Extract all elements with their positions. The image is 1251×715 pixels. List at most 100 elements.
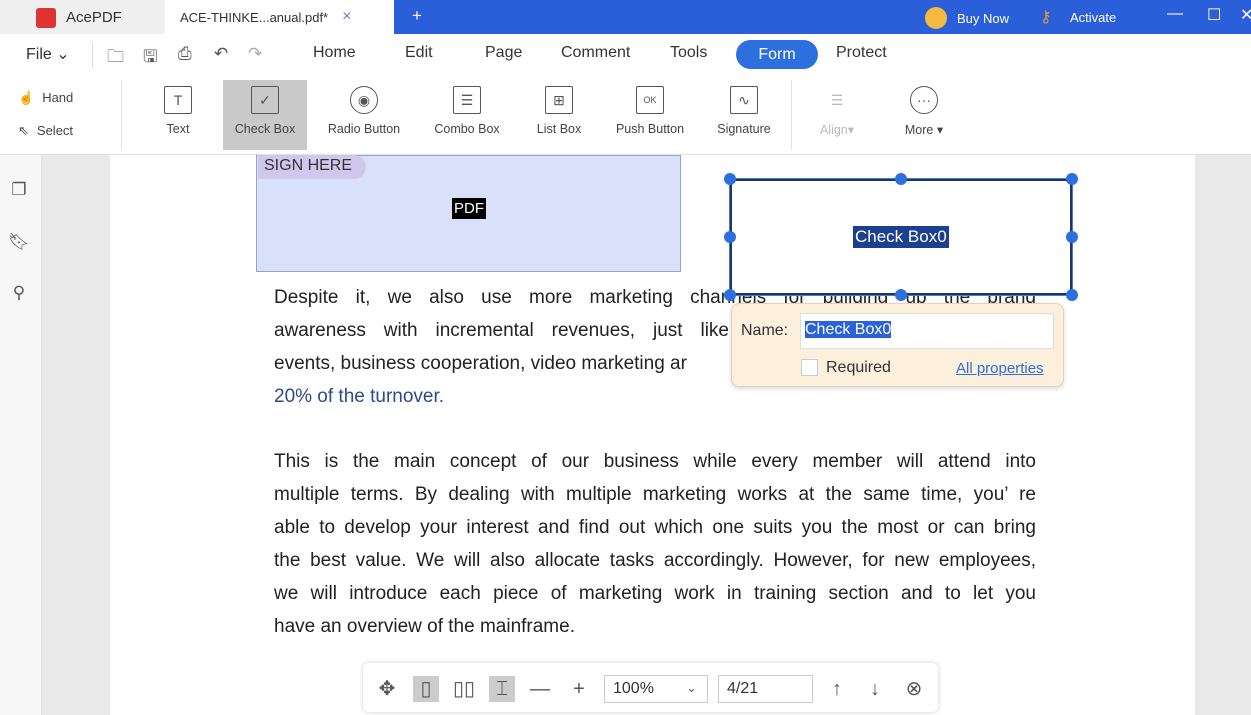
text-field-icon: T <box>164 86 192 114</box>
acepdf-logo-icon <box>36 8 56 28</box>
sign-here-tag: SIGN HERE <box>258 155 367 179</box>
zoom-out-icon[interactable]: — <box>527 676 553 702</box>
more-label: More ▾ <box>904 123 944 137</box>
close-window-button[interactable]: ✕ <box>1240 5 1251 25</box>
push-button-icon: OK <box>636 86 664 114</box>
activate-label: Activate <box>1070 9 1117 25</box>
tool-label: Combo Box <box>434 122 500 136</box>
minimize-button[interactable]: — <box>1167 5 1183 23</box>
pan-icon[interactable]: ✥ <box>374 676 400 702</box>
activate-button[interactable]: ⚷ Activate <box>1040 7 1116 27</box>
tool-label: Signature <box>717 122 771 136</box>
text-line: able to develop your interest and find o… <box>274 517 1036 538</box>
text-field-tool[interactable]: T Text <box>148 80 208 150</box>
document-tab-label: ACE-THINKE...anual.pdf* <box>180 9 329 25</box>
document-tab[interactable]: ACE-THINKE...anual.pdf* × <box>165 0 394 34</box>
file-menu[interactable]: File ⌄ <box>26 44 70 64</box>
tool-label: List Box <box>536 122 582 136</box>
single-page-icon[interactable]: ▯ <box>413 676 439 702</box>
tab-tools[interactable]: Tools <box>670 44 707 62</box>
resize-handle[interactable] <box>895 289 907 301</box>
close-toolbar-icon[interactable]: ⊗ <box>901 676 927 702</box>
zoom-select[interactable]: 100% ⌄ <box>604 675 708 703</box>
resize-handle[interactable] <box>724 231 736 243</box>
divider <box>92 42 93 68</box>
search-icon[interactable]: ⚲ <box>8 283 30 305</box>
signature-icon: ∿ <box>730 86 758 114</box>
resize-handle[interactable] <box>1066 289 1078 301</box>
text-line: the best value. We will also allocate ta… <box>274 550 1036 571</box>
page-input[interactable]: 4/21 <box>718 675 813 703</box>
text-line: multiple terms. By dealing with multiple… <box>274 484 1036 505</box>
hand-icon: ☝ <box>18 90 35 105</box>
radio-button-tool[interactable]: ◉ Radio Button <box>318 80 410 150</box>
fit-page-icon[interactable]: ⌶ <box>489 676 515 702</box>
required-label: Required <box>826 359 891 376</box>
tab-home[interactable]: Home <box>313 44 356 62</box>
combo-box-tool[interactable]: ☰ Combo Box <box>424 80 510 150</box>
text-line: events, business cooperation, video mark… <box>274 353 687 374</box>
select-label: Select <box>36 123 74 138</box>
resize-handle[interactable] <box>895 173 907 185</box>
name-value: Check Box0 <box>805 321 892 338</box>
print-icon[interactable]: ⎙ <box>178 44 192 64</box>
select-tool[interactable]: ⇖ Select <box>18 123 73 139</box>
tab-form[interactable]: Form <box>736 40 818 69</box>
previous-page-icon[interactable]: ↑ <box>824 676 850 702</box>
key-icon: ⚷ <box>1040 9 1052 26</box>
resize-handle[interactable] <box>724 173 736 185</box>
tab-edit[interactable]: Edit <box>405 44 433 62</box>
cursor-icon: ⇖ <box>18 123 29 138</box>
hand-label: Hand <box>42 90 74 105</box>
zoom-in-icon[interactable]: + <box>566 676 592 702</box>
open-icon[interactable]: 🗀 <box>107 44 124 73</box>
text-line: 20% of the turnover. <box>274 386 445 407</box>
radio-button-icon: ◉ <box>350 86 378 114</box>
new-tab-button[interactable]: + <box>412 6 422 26</box>
signature-tool[interactable]: ∿ Signature <box>708 80 780 150</box>
save-icon[interactable]: 🖫 <box>143 44 157 73</box>
required-checkbox[interactable] <box>801 359 818 376</box>
divider <box>121 80 122 150</box>
undo-icon[interactable]: ↶ <box>214 44 228 64</box>
name-input[interactable]: Check Box0 <box>800 313 1054 349</box>
text-line: we will introduce each piece of marketin… <box>274 583 1036 604</box>
next-page-icon[interactable]: ↓ <box>862 676 888 702</box>
maximize-button[interactable]: ☐ <box>1207 5 1221 25</box>
tool-label: Text <box>166 122 190 136</box>
more-button[interactable]: ··· More ▾ <box>896 80 952 150</box>
bookmark-icon[interactable]: 🔖︎ <box>8 232 30 254</box>
divider <box>791 80 792 150</box>
app-tab[interactable]: AcePDF <box>0 0 165 34</box>
combo-box-icon: ☰ <box>453 86 481 114</box>
chevron-down-icon: ⌄ <box>686 680 697 695</box>
zoom-value: 100% <box>613 680 654 697</box>
app-name: AcePDF <box>66 8 122 26</box>
redo-icon[interactable]: ↷ <box>248 44 262 64</box>
tool-label: Check Box <box>234 122 296 136</box>
text-line: have an overview of the mainframe. <box>274 616 575 637</box>
tab-page[interactable]: Page <box>485 44 522 62</box>
all-properties-link[interactable]: All properties <box>956 360 1044 377</box>
tool-label: Push Button <box>615 122 685 136</box>
two-page-icon[interactable]: ▯▯ <box>451 676 477 702</box>
close-tab-icon[interactable]: × <box>342 8 351 26</box>
push-button-tool[interactable]: OK Push Button <box>606 80 694 150</box>
tab-protect[interactable]: Protect <box>836 44 887 62</box>
pdf-tag: PDF <box>452 198 486 219</box>
buy-now-button[interactable]: Buy Now <box>925 7 1009 29</box>
check-box-icon: ✓ <box>251 86 279 114</box>
tab-comment[interactable]: Comment <box>561 44 630 62</box>
tool-label: Radio Button <box>327 122 401 136</box>
list-box-tool[interactable]: ⊞ List Box <box>528 80 590 150</box>
align-label: Align▾ <box>819 123 855 137</box>
buy-now-label: Buy Now <box>957 10 1010 26</box>
align-button[interactable]: ☰ Align▾ <box>812 80 862 150</box>
resize-handle[interactable] <box>1066 231 1078 243</box>
resize-handle[interactable] <box>1066 173 1078 185</box>
hand-tool[interactable]: ☝ Hand <box>18 90 73 106</box>
pages-icon[interactable]: ❐ <box>8 180 30 202</box>
face-icon <box>925 7 947 29</box>
check-box-tool[interactable]: ✓ Check Box <box>223 80 307 150</box>
resize-handle[interactable] <box>724 289 736 301</box>
